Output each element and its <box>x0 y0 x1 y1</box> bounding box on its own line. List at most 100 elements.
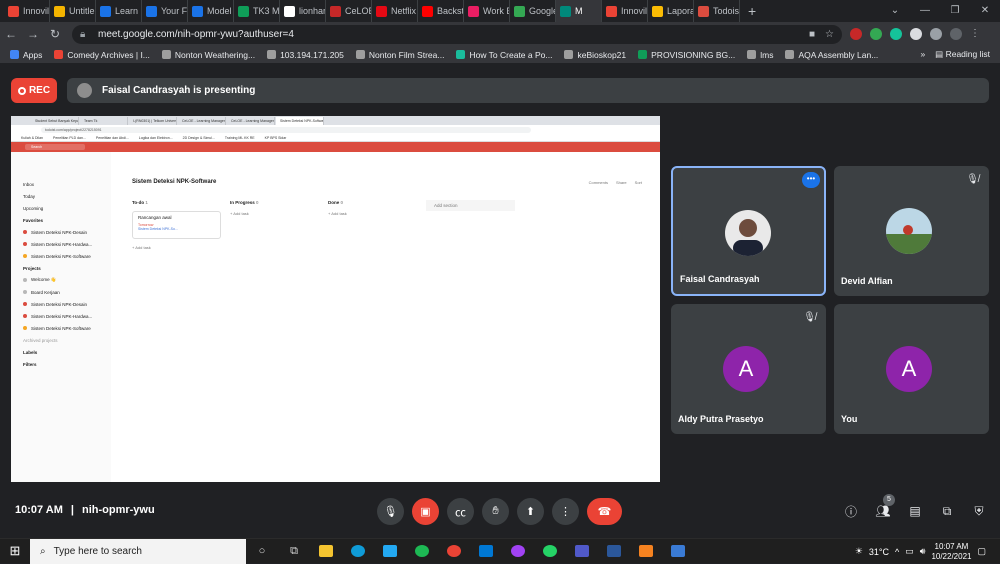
microphone-button[interactable]: 🎙︎ <box>377 498 404 525</box>
teams-icon[interactable] <box>566 539 598 564</box>
bookmark-item[interactable]: Comedy Archives | I... <box>54 50 150 60</box>
bookmark-item[interactable]: keBioskop21 <box>564 50 626 60</box>
bookmark-item[interactable]: 103.194.171.205 <box>267 50 344 60</box>
whatsapp-icon[interactable] <box>534 539 566 564</box>
bookmark-icon <box>564 50 574 59</box>
shared-url: todoist.com/app/project/2278215091 <box>41 126 531 133</box>
search-placeholder: Type here to search <box>53 545 142 557</box>
url-input[interactable]: 🔒︎ meet.google.com/nih-opmr-ywu?authuser… <box>72 24 842 44</box>
browser-tab[interactable]: CeLOE <box>326 0 372 22</box>
chat-button[interactable]: ▤ <box>904 498 926 524</box>
tray-chevron-icon[interactable]: ^ <box>895 547 899 557</box>
spotify-icon[interactable] <box>406 539 438 564</box>
extension-icon[interactable] <box>870 28 882 40</box>
extension-icon[interactable] <box>850 28 862 40</box>
word-icon[interactable] <box>598 539 630 564</box>
windows-start-icon[interactable]: ⊞ <box>0 543 30 559</box>
recording-badge: REC <box>11 78 57 103</box>
new-tab-button[interactable]: + <box>740 3 764 19</box>
browser-tab[interactable]: Todois <box>694 0 740 22</box>
captions-button[interactable]: ㏄ <box>447 498 474 525</box>
reading-list-label: Reading list <box>945 49 990 59</box>
app-icon[interactable] <box>630 539 662 564</box>
more-options-button[interactable]: ⋮ <box>552 498 579 525</box>
photos-icon[interactable] <box>662 539 694 564</box>
back-icon[interactable]: ← <box>0 27 22 41</box>
minimize-icon[interactable]: — <box>910 0 940 22</box>
taskbar-search-input[interactable]: ⌕ Type here to search <box>30 538 246 564</box>
clock[interactable]: 10:07 AM 10/22/2021 <box>931 542 971 562</box>
bookmark-item[interactable]: How To Create a Po... <box>456 50 552 60</box>
presenting-banner: Faisal Candrasyah is presenting <box>67 78 989 103</box>
profile-avatar[interactable] <box>950 28 962 40</box>
tab-favicon-icon <box>330 5 341 17</box>
browser-tab[interactable]: lionhar <box>280 0 326 22</box>
bookmark-item[interactable]: AQA Assembly Lan... <box>785 50 878 60</box>
browser-tab[interactable]: Innovil <box>602 0 648 22</box>
forward-icon[interactable]: → <box>22 27 44 41</box>
chrome-profile-icon[interactable] <box>502 539 534 564</box>
close-icon[interactable]: ✕ <box>970 0 1000 22</box>
browser-tab[interactable]: Untitle <box>50 0 96 22</box>
maximize-icon[interactable]: ❐ <box>940 0 970 22</box>
host-controls-button[interactable]: ⛨ <box>968 498 990 524</box>
browser-tab[interactable]: Model <box>188 0 234 22</box>
browser-tab[interactable]: Lapora <box>648 0 694 22</box>
raise-hand-button[interactable]: ✋︎ <box>482 498 509 525</box>
add-task: + Add task <box>328 211 347 216</box>
people-button[interactable]: 👥︎ 5 <box>872 494 895 524</box>
tab-label: Innovil <box>621 6 648 16</box>
vscode-icon[interactable] <box>374 539 406 564</box>
bookmark-item[interactable]: Nonton Film Strea... <box>355 50 444 60</box>
file-explorer-icon[interactable] <box>310 539 342 564</box>
participant-tile[interactable]: 🎙︎̸ A Aldy Putra Prasetyo <box>671 304 826 434</box>
info-button[interactable]: ⓘ <box>840 498 862 524</box>
browser-tab[interactable]: TK3 Mi <box>234 0 280 22</box>
leave-call-button[interactable]: ☎︎ <box>587 498 622 525</box>
browser-tab[interactable]: Backst <box>418 0 464 22</box>
reading-list-button[interactable]: ▤ Reading list <box>935 49 990 60</box>
bookmark-item[interactable]: Apps <box>10 50 42 60</box>
more-options-icon[interactable]: ••• <box>802 172 820 188</box>
notifications-icon[interactable]: ▢ <box>977 546 986 557</box>
rec-label: REC <box>28 85 51 96</box>
bookmark-item[interactable]: lms <box>747 50 773 60</box>
participant-tile[interactable]: ••• Faisal Candrasyah <box>671 166 826 296</box>
more-bookmarks[interactable]: » <box>920 49 925 60</box>
bookmark-item[interactable]: Nonton Weathering... <box>161 50 255 60</box>
browser-tab[interactable]: Work E <box>464 0 510 22</box>
temperature: 31°C <box>868 546 890 557</box>
menu-icon[interactable]: ⋮ <box>970 28 982 40</box>
task-view-icon[interactable]: ⧉ <box>278 539 310 564</box>
browser-tab[interactable]: Innovil <box>4 0 50 22</box>
shared-tab: CeLOE - Learning Management <box>178 116 226 125</box>
chevron-down-icon[interactable]: ⌄ <box>880 0 910 22</box>
edge-icon[interactable] <box>342 539 374 564</box>
browser-tab[interactable]: Google <box>510 0 556 22</box>
add-task: + Add task <box>230 211 249 216</box>
puzzle-icon[interactable] <box>930 28 942 40</box>
present-button[interactable]: ⬆︎ <box>517 498 544 525</box>
camera-icon[interactable]: ■ <box>809 29 815 40</box>
browser-tab[interactable]: Learn i <box>96 0 142 22</box>
browser-tab[interactable]: M <box>556 0 602 22</box>
separator: | <box>70 504 74 516</box>
star-icon[interactable]: ☆ <box>825 29 834 40</box>
chrome-icon[interactable] <box>438 539 470 564</box>
bookmark-item[interactable]: PROVISIONING BG... <box>638 50 735 60</box>
camera-button[interactable]: ▣ <box>412 498 439 525</box>
grammarly-icon[interactable] <box>890 28 902 40</box>
bookmark-icon <box>10 50 19 59</box>
cortana-icon[interactable]: ○ <box>246 539 278 564</box>
reload-icon[interactable]: ↻ <box>44 27 66 41</box>
extension-icon[interactable] <box>910 28 922 40</box>
browser-tab[interactable]: Your Fe <box>142 0 188 22</box>
shapes-icon: ⧉ <box>942 503 952 518</box>
participant-tile[interactable]: A You <box>834 304 989 434</box>
mail-icon[interactable] <box>470 539 502 564</box>
activities-button[interactable]: ⧉ <box>936 498 958 524</box>
volume-icon[interactable]: 🔊︎ <box>920 546 926 557</box>
network-icon[interactable]: ▭ <box>905 546 914 557</box>
browser-tab[interactable]: Netflix <box>372 0 418 22</box>
participant-tile[interactable]: 🎙︎̸ Devid Alfian <box>834 166 989 296</box>
